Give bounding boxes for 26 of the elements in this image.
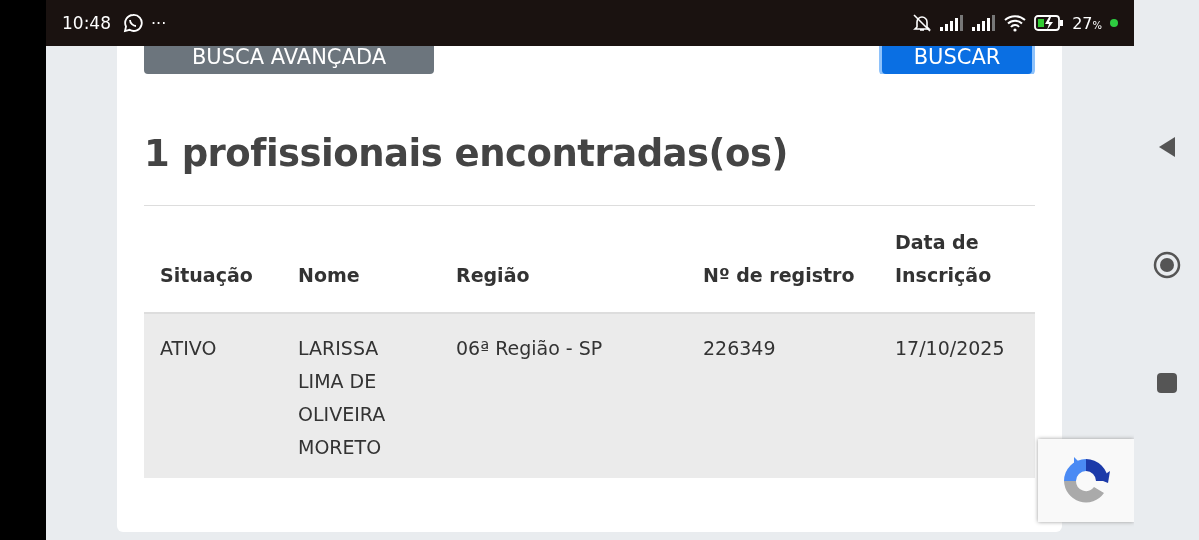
- clock: 10:48: [62, 13, 111, 33]
- charging-dot: [1110, 19, 1118, 27]
- signal-icon: [940, 15, 965, 31]
- bell-muted-icon: [912, 13, 933, 33]
- table-cell-text: 17/10/2025: [894, 336, 1006, 361]
- table-cell-text: 06ª Região - SP: [455, 336, 604, 361]
- recaptcha-badge[interactable]: [1038, 439, 1134, 522]
- wifi-icon: [1004, 14, 1027, 32]
- more-notifications: ···: [151, 13, 167, 33]
- home-icon[interactable]: [1152, 251, 1181, 279]
- results-heading: 1 profissionais encontradas(os): [144, 132, 789, 175]
- table-cell-text: LARISSA LIMA DE OLIVEIRA MORETO: [297, 336, 387, 460]
- column-header: Região: [455, 263, 531, 288]
- table-cell-text: 226349: [702, 336, 777, 361]
- recents-icon[interactable]: [1155, 371, 1178, 394]
- battery-icon: [1034, 14, 1065, 32]
- advanced-search-button[interactable]: BUSCA AVANÇADA: [144, 46, 434, 74]
- column-header: Nome: [297, 263, 361, 288]
- search-button[interactable]: BUSCAR: [882, 46, 1032, 74]
- signal-icon: [972, 15, 997, 31]
- column-header: Data de Inscrição: [894, 230, 993, 288]
- column-header: Nº de registro: [702, 263, 856, 288]
- table-cell-text: ATIVO: [159, 336, 218, 361]
- column-header: Situação: [159, 263, 254, 288]
- chat-icon: [123, 13, 143, 33]
- battery-percent: 27%: [1072, 13, 1102, 33]
